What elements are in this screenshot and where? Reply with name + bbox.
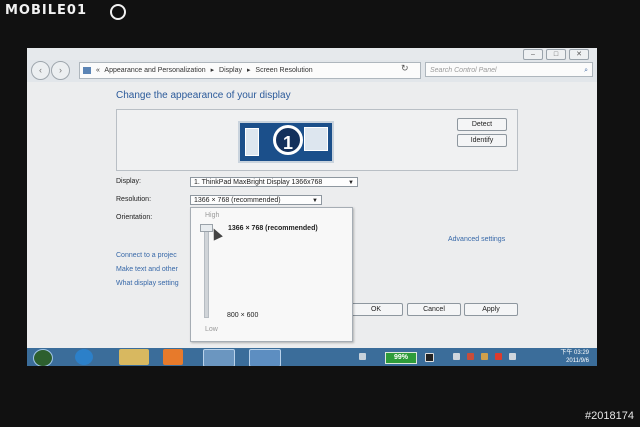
ok-button[interactable]: OK — [349, 303, 403, 316]
keyboard-icon[interactable] — [359, 353, 366, 360]
internet-explorer-icon[interactable] — [75, 349, 93, 365]
display-label: Display: — [116, 178, 141, 185]
detect-button[interactable]: Detect — [457, 118, 507, 131]
search-placeholder: Search Control Panel — [430, 67, 497, 74]
photo-frame: MOBILE01 – □ ✕ ‹ › « Appearance and Pers… — [0, 0, 640, 427]
display-value: 1. ThinkPad MaxBright Display 1366x768 — [194, 179, 323, 186]
tray-app-icon[interactable] — [467, 353, 474, 360]
resolution-option-min[interactable]: 800 × 600 — [227, 312, 258, 319]
screen: – □ ✕ ‹ › « Appearance and Personalizati… — [27, 48, 597, 366]
advanced-settings-link[interactable]: Advanced settings — [448, 236, 505, 243]
display-settings-task-icon[interactable] — [249, 349, 281, 366]
volume-icon[interactable] — [509, 353, 516, 360]
clock-date: 2011/9/6 — [566, 358, 589, 364]
start-button[interactable] — [33, 349, 53, 366]
cancel-button[interactable]: Cancel — [407, 303, 461, 316]
maximize-button[interactable]: □ — [546, 49, 566, 60]
resolution-value: 1366 × 768 (recommended) — [194, 197, 281, 204]
forward-button[interactable]: › — [51, 61, 70, 80]
resolution-dropdown: High 1366 × 768 (recommended) 800 × 600 … — [190, 207, 353, 342]
clock[interactable]: 下午 03:29 2011/9/6 — [560, 349, 589, 365]
tray-arrow-icon[interactable] — [453, 353, 460, 360]
navigation-bar: ‹ › « Appearance and Personalization ▸ D… — [27, 60, 597, 82]
resolution-label: Resolution: — [116, 196, 152, 203]
chevron-down-icon: ▼ — [312, 198, 318, 204]
close-button[interactable]: ✕ — [569, 49, 589, 60]
breadcrumb-appearance[interactable]: Appearance and Personalization — [104, 67, 205, 74]
page-title: Change the appearance of your display — [116, 90, 291, 101]
address-bar[interactable]: « Appearance and Personalization ▸ Displ… — [79, 62, 421, 79]
network-icon[interactable] — [481, 353, 488, 360]
photo-id: #2018174 — [585, 410, 634, 422]
search-icon[interactable]: ⌕ — [584, 63, 588, 78]
monitor-number: 1 — [273, 125, 303, 155]
monitor-preview-panel: 1 Detect Identify — [116, 109, 518, 171]
control-panel-icon — [83, 66, 91, 74]
breadcrumb-separator: ▸ — [246, 67, 251, 74]
control-panel-task-icon[interactable] — [203, 349, 235, 366]
connect-projector-link[interactable]: Connect to a projec — [116, 252, 177, 259]
breadcrumb-display[interactable]: Display — [219, 67, 242, 74]
mouse-cursor-icon — [209, 226, 223, 241]
breadcrumb-screen-resolution[interactable]: Screen Resolution — [255, 67, 312, 74]
file-explorer-icon[interactable] — [119, 349, 149, 365]
display-settings-help-link[interactable]: What display setting — [116, 280, 179, 287]
brand-logo-icon — [110, 4, 126, 20]
breadcrumb-root[interactable]: « — [96, 67, 100, 74]
back-button[interactable]: ‹ — [31, 61, 50, 80]
media-player-icon[interactable] — [163, 349, 183, 365]
resolution-select[interactable]: 1366 × 768 (recommended) ▼ — [190, 195, 322, 205]
identify-button[interactable]: Identify — [457, 134, 507, 147]
minimize-button[interactable]: – — [523, 49, 543, 60]
preview-window — [245, 128, 259, 156]
make-text-larger-link[interactable]: Make text and other — [116, 266, 178, 273]
slider-low-label: Low — [205, 326, 218, 333]
search-input[interactable]: Search Control Panel ⌕ — [425, 62, 593, 77]
monitor-icon[interactable]: 1 — [238, 121, 334, 163]
battery-indicator[interactable]: 99% — [385, 352, 417, 364]
resolution-slider-track[interactable] — [204, 228, 209, 318]
clock-time: 下午 03:29 — [560, 350, 589, 356]
power-icon[interactable] — [425, 353, 434, 362]
orientation-label: Orientation: — [116, 214, 153, 221]
apply-button[interactable]: Apply — [464, 303, 518, 316]
brand-watermark: MOBILE01 — [5, 3, 87, 18]
slider-high-label: High — [205, 212, 220, 219]
display-select[interactable]: 1. ThinkPad MaxBright Display 1366x768 ▼ — [190, 177, 358, 187]
taskbar: 99% 下午 03:29 2011/9/6 — [27, 348, 597, 366]
breadcrumb-separator: ▸ — [210, 67, 215, 74]
refresh-icon[interactable]: ↻ — [401, 63, 409, 74]
resolution-option-selected[interactable]: 1366 × 768 (recommended) — [228, 225, 318, 232]
chevron-down-icon: ▼ — [348, 180, 354, 186]
preview-window — [304, 127, 328, 151]
action-center-icon[interactable] — [495, 353, 502, 360]
title-bar: – □ ✕ — [27, 48, 597, 60]
